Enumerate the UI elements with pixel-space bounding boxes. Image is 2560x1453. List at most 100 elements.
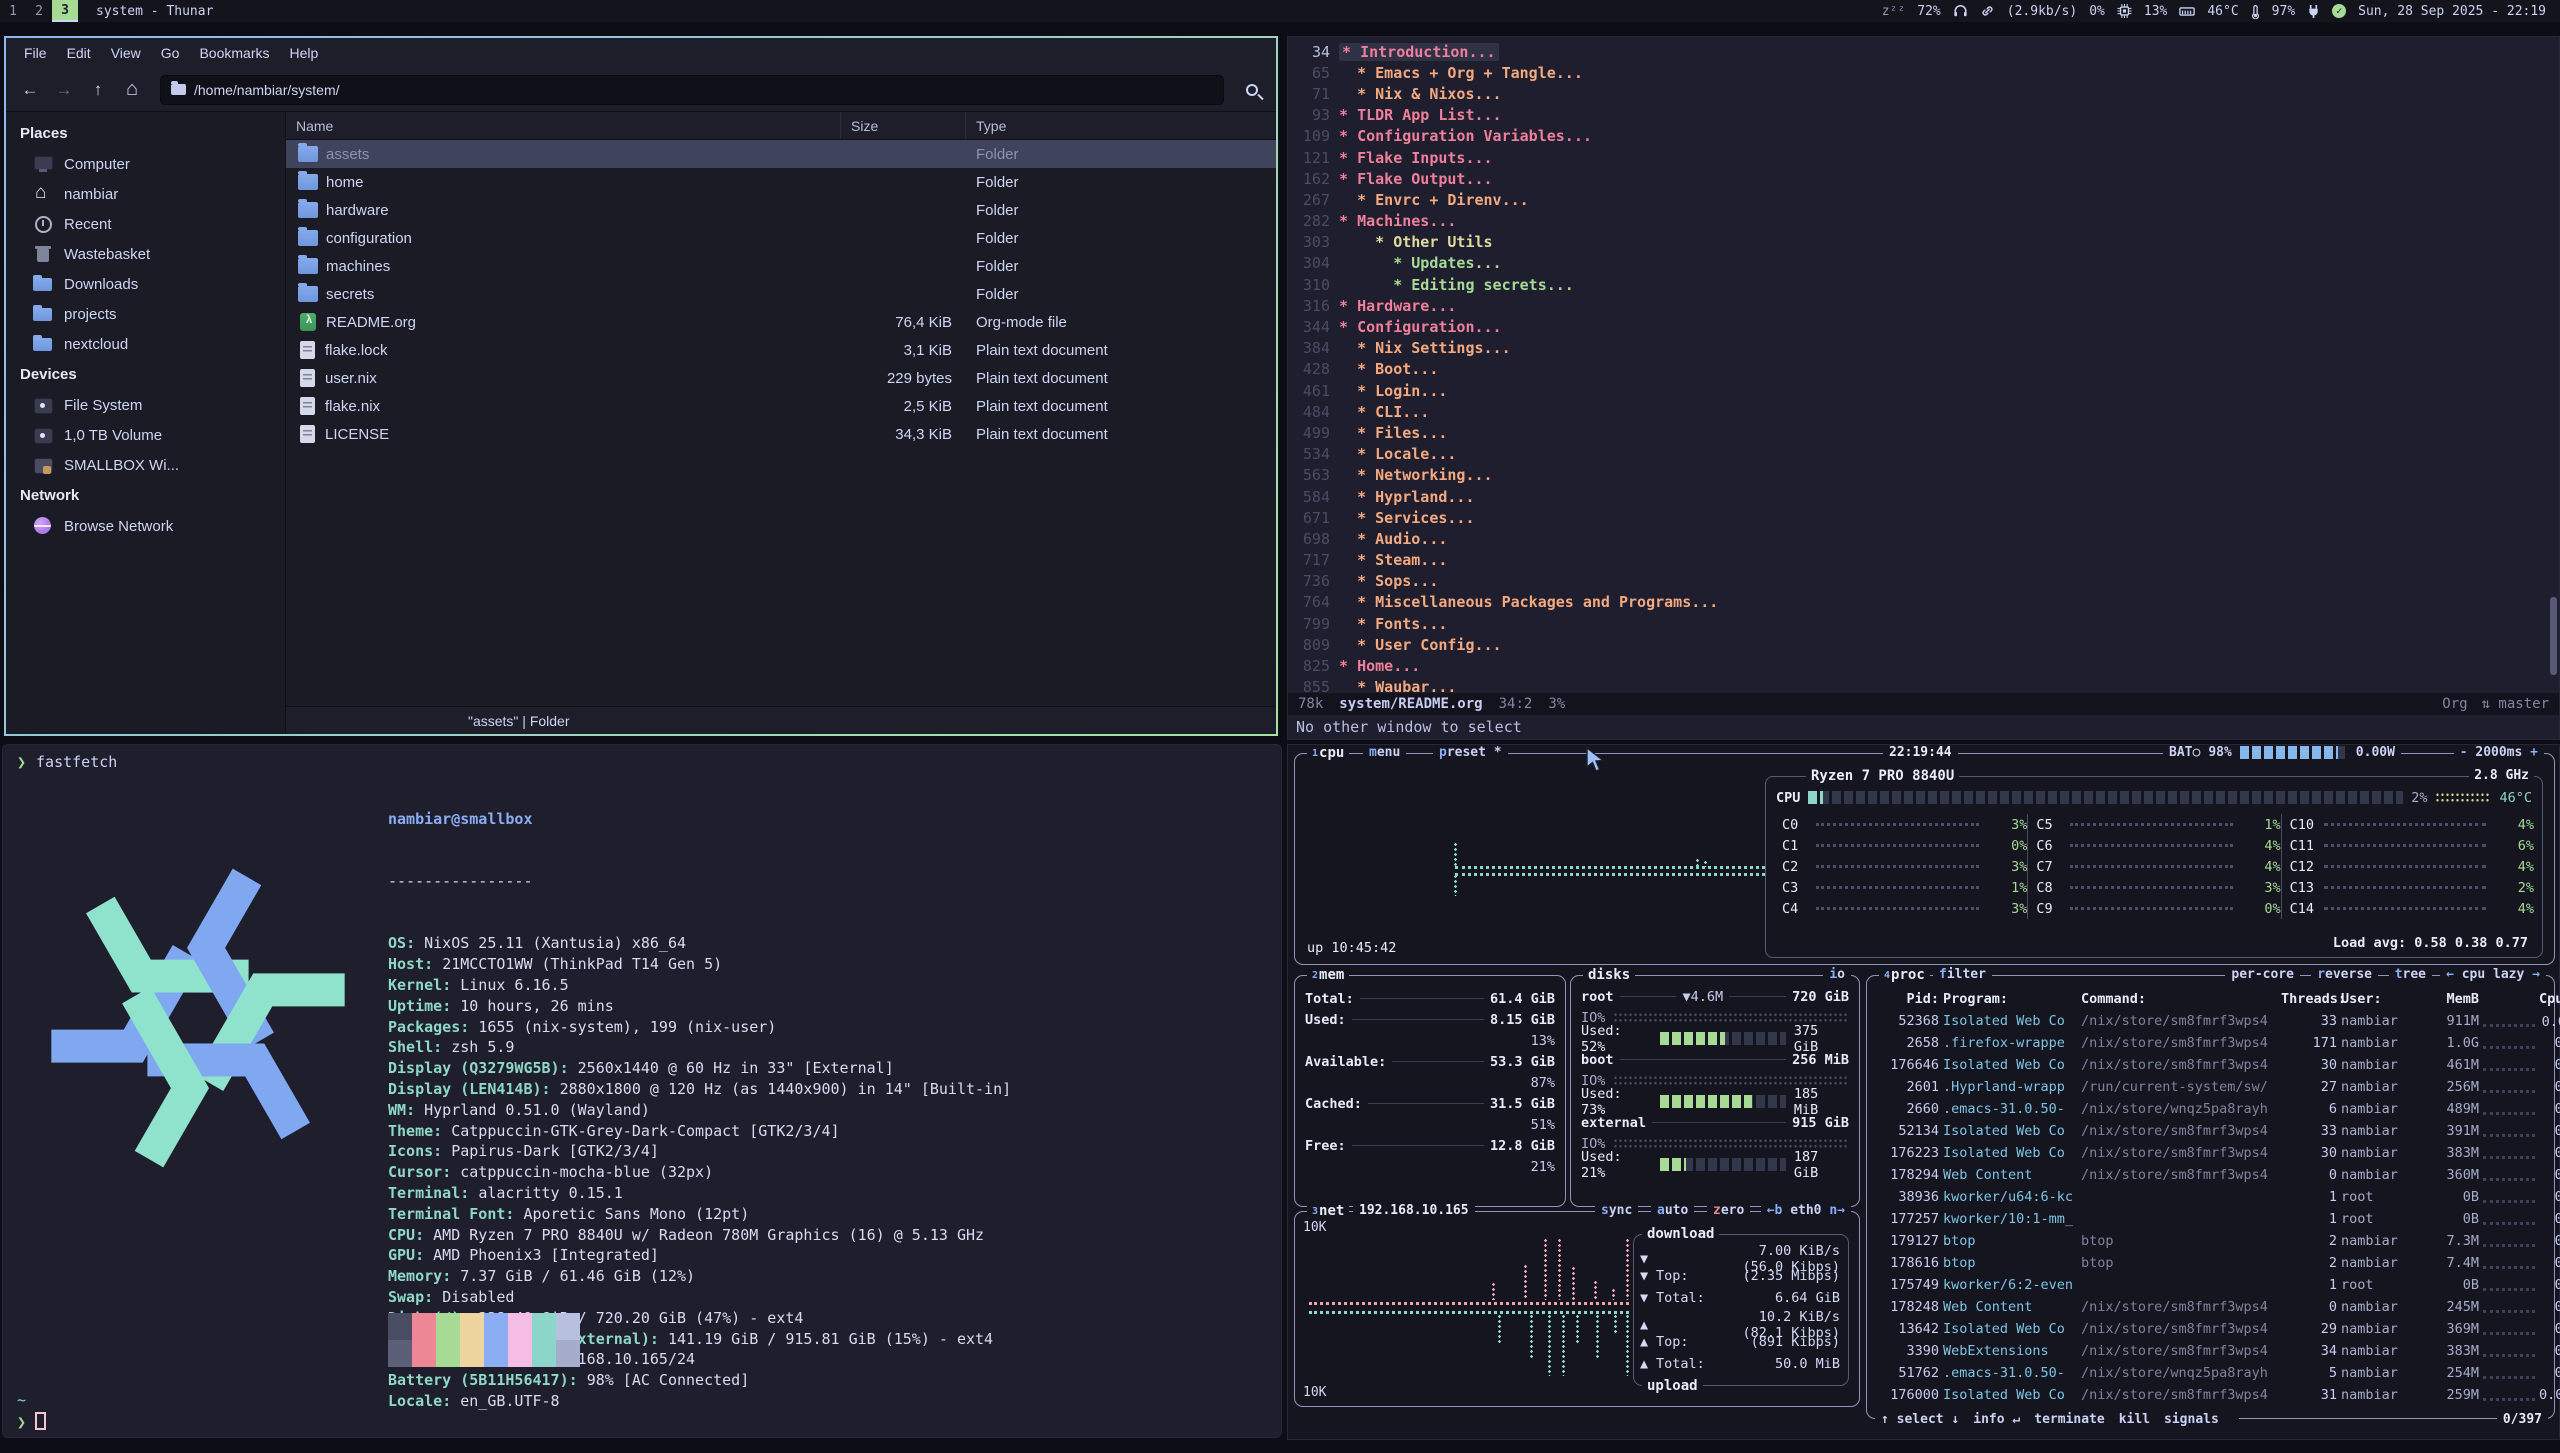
process-row[interactable]: 38936kworker/u64:6-kc1root0B0.0 bbox=[1877, 1186, 2544, 1208]
per-core-button[interactable]: per-core bbox=[2225, 967, 2300, 982]
org-heading-line[interactable]: 428 * Boot... bbox=[1288, 359, 2559, 380]
org-heading-line[interactable]: 71 * Nix & Nixos... bbox=[1288, 83, 2559, 104]
process-row[interactable]: 176000Isolated Web Co/nix/store/sm8fmrf3… bbox=[1877, 1384, 2544, 1406]
net-sync-button[interactable]: sync bbox=[1595, 1203, 1638, 1218]
process-row[interactable]: 3390WebExtensions/nix/store/sm8fmrf3wps4… bbox=[1877, 1340, 2544, 1362]
info-key[interactable]: info ↵ bbox=[1973, 1412, 2020, 1427]
org-heading-line[interactable]: 34 * Introduction... bbox=[1288, 41, 2559, 62]
menu-file[interactable]: File bbox=[16, 42, 55, 64]
sidebar-item-file-system[interactable]: File System bbox=[6, 390, 285, 420]
reverse-button[interactable]: reverse bbox=[2311, 967, 2378, 982]
preset-button[interactable]: preset * bbox=[1433, 745, 1508, 760]
workspace-2[interactable]: 2 bbox=[26, 0, 52, 22]
proc-column-command[interactable]: Command: bbox=[2081, 991, 2277, 1007]
org-heading-line[interactable]: 109 * Configuration Variables... bbox=[1288, 126, 2559, 147]
org-heading-line[interactable]: 162 * Flake Output... bbox=[1288, 168, 2559, 189]
file-row-user-nix[interactable]: user.nix229 bytesPlain text document bbox=[286, 364, 1276, 392]
process-row[interactable]: 176646Isolated Web Co/nix/store/sm8fmrf3… bbox=[1877, 1054, 2544, 1076]
proc-column-cpu[interactable]: Cpu% ↑ bbox=[2539, 991, 2560, 1007]
signals-key[interactable]: signals bbox=[2164, 1412, 2219, 1427]
file-row-readme-org[interactable]: README.org76,4 KiBOrg-mode file bbox=[286, 308, 1276, 336]
process-row[interactable]: 179127btopbtop2nambiar7.3M0.0 bbox=[1877, 1230, 2544, 1252]
sidebar-item-nambiar[interactable]: nambiar bbox=[6, 179, 285, 209]
org-buffer[interactable]: 34 * Introduction...65 * Emacs + Org + T… bbox=[1288, 37, 2559, 693]
menu-edit[interactable]: Edit bbox=[59, 42, 99, 64]
workspace-1[interactable]: 1 bbox=[0, 0, 26, 22]
org-heading-line[interactable]: 799 * Fonts... bbox=[1288, 613, 2559, 634]
sidebar-item-nextcloud[interactable]: nextcloud bbox=[6, 329, 285, 359]
org-heading-line[interactable]: 671 * Services... bbox=[1288, 507, 2559, 528]
org-heading-line[interactable]: 698 * Audio... bbox=[1288, 528, 2559, 549]
process-row[interactable]: 51762.emacs-31.0.50-/nix/store/wnqz5pa8r… bbox=[1877, 1362, 2544, 1384]
org-heading-line[interactable]: 563 * Networking... bbox=[1288, 465, 2559, 486]
process-row[interactable]: 13642Isolated Web Co/nix/store/sm8fmrf3w… bbox=[1877, 1318, 2544, 1340]
file-row-assets[interactable]: assetsFolder bbox=[286, 140, 1276, 168]
org-heading-line[interactable]: 267 * Envrc + Direnv... bbox=[1288, 189, 2559, 210]
process-row[interactable]: 52368Isolated Web Co/nix/store/sm8fmrf3w… bbox=[1877, 1010, 2544, 1032]
sidebar-item-wastebasket[interactable]: Wastebasket bbox=[6, 239, 285, 269]
org-heading-line[interactable]: 310 * Editing secrets... bbox=[1288, 274, 2559, 295]
file-row-secrets[interactable]: secretsFolder bbox=[286, 280, 1276, 308]
file-row-hardware[interactable]: hardwareFolder bbox=[286, 196, 1276, 224]
org-heading-line[interactable]: 121 * Flake Inputs... bbox=[1288, 147, 2559, 168]
back-button[interactable]: ← bbox=[16, 76, 44, 104]
menu-help[interactable]: Help bbox=[282, 42, 327, 64]
kill-key[interactable]: kill bbox=[2119, 1412, 2150, 1427]
org-heading-line[interactable]: 65 * Emacs + Org + Tangle... bbox=[1288, 62, 2559, 83]
org-heading-line[interactable]: 93 * TLDR App List... bbox=[1288, 105, 2559, 126]
net-auto-button[interactable]: auto bbox=[1651, 1203, 1694, 1218]
net-rate-value[interactable]: (2.9kb/s) bbox=[2007, 4, 2077, 19]
menu-bookmarks[interactable]: Bookmarks bbox=[191, 42, 277, 64]
sidebar-item-1-0-tb-volume[interactable]: 1,0 TB Volume bbox=[6, 420, 285, 450]
up-button[interactable]: ↑ bbox=[84, 76, 112, 104]
net-zero-button[interactable]: zero bbox=[1707, 1203, 1750, 1218]
column-header-type[interactable]: Type bbox=[966, 112, 1276, 139]
net-pct-value[interactable]: 0% bbox=[2089, 4, 2105, 19]
filter-button[interactable]: filter bbox=[1933, 967, 1992, 982]
process-row[interactable]: 176223Isolated Web Co/nix/store/sm8fmrf3… bbox=[1877, 1142, 2544, 1164]
menu-go[interactable]: Go bbox=[153, 42, 188, 64]
file-row-configuration[interactable]: configurationFolder bbox=[286, 224, 1276, 252]
org-heading-line[interactable]: 736 * Sops... bbox=[1288, 571, 2559, 592]
select-keys[interactable]: ↑ select ↓ bbox=[1881, 1412, 1959, 1427]
org-heading-line[interactable]: 303 * Other Utils bbox=[1288, 232, 2559, 253]
terminal-window[interactable]: ❯ fastfetch nambiar@smallbox -----------… bbox=[2, 744, 1282, 1438]
sidebar-item-smallbox-wi-[interactable]: SMALLBOX Wi... bbox=[6, 450, 285, 480]
file-row-license[interactable]: LICENSE34,3 KiBPlain text document bbox=[286, 420, 1276, 448]
volume-value[interactable]: 72% bbox=[1917, 4, 1940, 19]
org-heading-line[interactable]: 461 * Login... bbox=[1288, 380, 2559, 401]
battery-value[interactable]: 97% bbox=[2272, 4, 2295, 19]
process-row[interactable]: 177257kworker/10:1-mm_1root0B0.0 bbox=[1877, 1208, 2544, 1230]
column-header-name[interactable]: Name bbox=[286, 112, 841, 139]
proc-footer-keys[interactable]: ↑ select ↓ info ↵ terminate kill signals bbox=[1875, 1412, 2239, 1427]
proc-column-pid[interactable]: Pid: bbox=[1877, 991, 1939, 1007]
process-row[interactable]: 178248Web Content/nix/store/sm8fmrf3wps4… bbox=[1877, 1296, 2544, 1318]
file-row-machines[interactable]: machinesFolder bbox=[286, 252, 1276, 280]
sidebar-item-downloads[interactable]: Downloads bbox=[6, 269, 285, 299]
process-row[interactable]: 52134Isolated Web Co/nix/store/sm8fmrf3w… bbox=[1877, 1120, 2544, 1142]
org-heading-line[interactable]: 584 * Hyprland... bbox=[1288, 486, 2559, 507]
proc-column-program[interactable]: Program: bbox=[1943, 991, 2077, 1007]
org-heading-line[interactable]: 484 * CLI... bbox=[1288, 401, 2559, 422]
menu-button[interactable]: menu bbox=[1363, 745, 1406, 760]
column-header-size[interactable]: Size bbox=[841, 112, 966, 139]
clock-date[interactable]: Sun, 28 Sep 2025 - 22:19 bbox=[2358, 4, 2546, 19]
home-button[interactable]: ⌂ bbox=[118, 76, 146, 104]
terminate-key[interactable]: terminate bbox=[2034, 1412, 2104, 1427]
org-heading-line[interactable]: 717 * Steam... bbox=[1288, 550, 2559, 571]
org-heading-line[interactable]: 304 * Updates... bbox=[1288, 253, 2559, 274]
sidebar-item-recent[interactable]: Recent bbox=[6, 209, 285, 239]
org-heading-line[interactable]: 499 * Files... bbox=[1288, 422, 2559, 443]
emacs-scrollbar[interactable] bbox=[2550, 597, 2557, 675]
org-heading-line[interactable]: 764 * Miscellaneous Packages and Program… bbox=[1288, 592, 2559, 613]
workspace-3[interactable]: 3 bbox=[52, 0, 78, 22]
forward-button[interactable]: → bbox=[50, 76, 78, 104]
interval-control[interactable]: - 2000ms + bbox=[2454, 745, 2544, 760]
net-iface-button[interactable]: ←b eth0 n→ bbox=[1761, 1203, 1851, 1218]
process-row[interactable]: 175749kworker/6:2-even1root0B0.0 bbox=[1877, 1274, 2544, 1296]
sort-column-button[interactable]: ← cpu lazy → bbox=[2440, 967, 2546, 982]
org-heading-line[interactable]: 384 * Nix Settings... bbox=[1288, 338, 2559, 359]
path-bar[interactable]: /home/nambiar/system/ bbox=[160, 75, 1224, 105]
search-button[interactable] bbox=[1238, 76, 1266, 104]
process-row[interactable]: 178616btopbtop2nambiar7.4M0.0 bbox=[1877, 1252, 2544, 1274]
